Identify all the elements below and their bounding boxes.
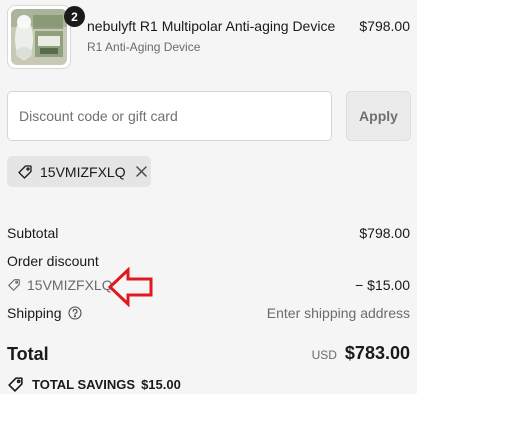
total-savings-label: TOTAL SAVINGS [32, 377, 136, 392]
total-amount-group: USD $783.00 [312, 343, 410, 364]
product-variant: R1 Anti-Aging Device [87, 40, 201, 54]
product-price: $798.00 [359, 18, 410, 34]
subtotal-value: $798.00 [359, 225, 410, 241]
total-label: Total [7, 344, 49, 364]
tag-icon [17, 164, 33, 180]
discount-code-input[interactable] [7, 91, 332, 141]
shipping-label-line: Shipping [7, 305, 82, 321]
product-thumbnail: 2 [7, 5, 85, 69]
apply-button[interactable]: Apply [346, 91, 411, 141]
close-icon[interactable] [135, 165, 148, 178]
applied-discount-chip: 15VMIZFXLQ [7, 156, 151, 187]
savings-tag-icon [7, 376, 24, 393]
shipping-label: Shipping [7, 305, 62, 321]
order-discount-value: − $15.00 [355, 277, 410, 293]
currency-code: USD [311, 348, 337, 362]
applied-discount-code: 15VMIZFXLQ [40, 163, 126, 180]
quantity-badge: 2 [64, 6, 85, 27]
help-icon[interactable] [67, 306, 82, 320]
total-savings-value: $15.00 [141, 377, 181, 392]
total-value: $783.00 [344, 343, 410, 363]
tag-icon [7, 278, 21, 292]
order-discount-label: Order discount [7, 253, 99, 269]
shipping-value: Enter shipping address [266, 305, 410, 321]
total-savings-line: TOTAL SAVINGS $15.00 [7, 376, 181, 393]
product-image [11, 9, 67, 65]
product-name: nebulyft R1 Multipolar Anti-aging Device [87, 18, 336, 34]
subtotal-label: Subtotal [7, 225, 59, 241]
annotation-arrow-icon [108, 267, 153, 307]
order-discount-code-line: 15VMIZFXLQ [7, 277, 113, 293]
order-summary-panel: 2 nebulyft R1 Multipolar Anti-aging Devi… [0, 0, 417, 394]
order-discount-code: 15VMIZFXLQ [27, 277, 113, 293]
